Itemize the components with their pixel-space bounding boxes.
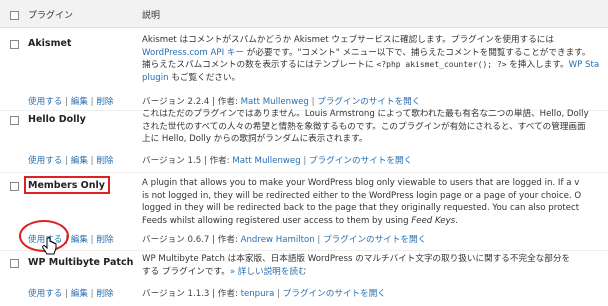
plugin-meta: バージョン 1.5 | 作者: Matt Mullenweg | プラグインのサ… [142, 154, 412, 166]
description-line: A plugin that allows you to make your Wo… [142, 177, 608, 190]
plugin-actions: 使用する | 編集 | 削除 [28, 287, 114, 299]
plugin-description: A plugin that allows you to make your Wo… [142, 177, 608, 227]
description-line: WP Multibyte Patch は本家版、日本語版 WordPress の… [142, 253, 608, 266]
description-text: これはただのプラグインではありません。Louis Armstrong によって歌… [142, 109, 589, 119]
description-text: Feeds whilst allowing registered user ac… [142, 215, 412, 226]
separator: | [300, 156, 310, 166]
delete-link[interactable]: 削除 [96, 289, 113, 299]
description-link[interactable]: WordPress.com API キー [142, 48, 244, 58]
plugin-site-link[interactable]: プラグインのサイトを開く [323, 235, 426, 245]
row-divider [0, 172, 608, 173]
author-link[interactable]: tenpura [241, 289, 275, 299]
description-text: する プラグインです。 [142, 266, 230, 277]
separator: | [308, 97, 318, 107]
plugin-meta: バージョン 0.6.7 | 作者: Andrew Hamilton | プラグイ… [142, 233, 426, 245]
separator: | [62, 156, 71, 166]
description-text: を挿入します。 [506, 60, 569, 70]
description-text: 捕らえたスパムコメントの数を表示するにはテンプレートに [142, 60, 377, 70]
description-line: is not logged in, they will be redirecte… [142, 190, 608, 203]
version-label: バージョン 1.1.3 | 作者: [142, 289, 241, 299]
description-line: Akismet はコメントがスパムかどうか Akismet ウェブサービスに確認… [142, 34, 608, 47]
plugin-actions: 使用する | 編集 | 削除 [28, 154, 114, 166]
version-label: バージョン 2.2.4 | 作者: [142, 97, 241, 107]
description-text: もご覧ください。 [168, 72, 241, 83]
plugin-name: Akismet [28, 38, 72, 49]
description-text: された世代のすべての人々の希望と情熱を象徴するものです。このプラグインが有効にさ… [142, 121, 586, 132]
table-header: プラグイン 説明 [0, 0, 608, 28]
highlight-box [24, 176, 110, 194]
separator: | [62, 289, 71, 299]
separator: | [62, 97, 71, 107]
description-link[interactable]: WP Sta [569, 60, 600, 70]
plugin-checkbox[interactable] [10, 182, 19, 191]
plugin-description: これはただのプラグインではありません。Louis Armstrong によって歌… [142, 108, 608, 146]
plugin-checkbox[interactable] [10, 116, 19, 125]
description-text: Feed Keys [411, 215, 456, 226]
author-link[interactable]: Matt Mullenweg [241, 97, 309, 107]
description-line: plugin もご覧ください。 [142, 72, 608, 85]
description-line: された世代のすべての人々の希望と情熱を象徴するものです。このプラグインが有効にさ… [142, 121, 608, 134]
plugin-description: WP Multibyte Patch は本家版、日本語版 WordPress の… [142, 253, 608, 278]
edit-link[interactable]: 編集 [71, 235, 88, 245]
activate-link[interactable]: 使用する [28, 97, 62, 107]
delete-link[interactable]: 削除 [96, 97, 113, 107]
description-line: 捕らえたスパムコメントの数を表示するにはテンプレートに <?php akisme… [142, 59, 608, 72]
description-line: Feeds whilst allowing registered user ac… [142, 215, 608, 228]
description-text: 上に Hello, Dolly からの歌詞がランダムに表示されます。 [142, 134, 368, 144]
description-link[interactable]: plugin [142, 73, 169, 83]
plugin-description: Akismet はコメントがスパムかどうか Akismet ウェブサービスに確認… [142, 34, 608, 84]
select-all-checkbox[interactable] [10, 11, 19, 20]
edit-link[interactable]: 編集 [71, 289, 88, 299]
description-text: . [455, 215, 458, 226]
edit-link[interactable]: 編集 [71, 156, 88, 166]
plugin-checkbox[interactable] [10, 259, 19, 268]
description-text: Akismet はコメントがスパムかどうか Akismet ウェブサービスに確認… [142, 35, 554, 45]
version-label: バージョン 1.5 | 作者: [142, 156, 233, 166]
description-text: logged in they will be redirected back t… [142, 203, 580, 213]
description-line: WordPress.com API キー が必要です。"コメント" メニュー以下… [142, 47, 608, 60]
description-text: <?php akismet_counter(); ?> [376, 60, 507, 69]
plugin-actions: 使用する | 編集 | 削除 [28, 95, 114, 107]
hand-cursor-icon [42, 237, 57, 255]
description-line: する プラグインです。» 詳しい説明を読む [142, 266, 608, 279]
plugin-site-link[interactable]: プラグインのサイトを開く [317, 97, 420, 107]
description-text: is not logged in, they will be redirecte… [142, 190, 582, 201]
delete-link[interactable]: 削除 [96, 235, 113, 245]
plugin-column-header: プラグイン [28, 11, 74, 21]
edit-link[interactable]: 編集 [71, 97, 88, 107]
plugin-site-link[interactable]: プラグインのサイトを開く [283, 289, 386, 299]
description-column-header: 説明 [142, 11, 161, 21]
description-text: WP Multibyte Patch は本家版、日本語版 WordPress の… [142, 254, 571, 264]
plugin-site-link[interactable]: プラグインのサイトを開く [309, 156, 412, 166]
description-line: 上に Hello, Dolly からの歌詞がランダムに表示されます。 [142, 133, 608, 146]
activate-link[interactable]: 使用する [28, 156, 62, 166]
plugin-checkbox[interactable] [10, 40, 19, 49]
description-link[interactable]: » 詳しい説明を読む [230, 267, 307, 277]
separator: | [314, 235, 324, 245]
row-divider [0, 250, 608, 251]
description-line: これはただのプラグインではありません。Louis Armstrong によって歌… [142, 108, 608, 121]
plugin-meta: バージョン 2.2.4 | 作者: Matt Mullenweg | プラグイン… [142, 95, 420, 107]
version-label: バージョン 0.6.7 | 作者: [142, 235, 241, 245]
separator: | [274, 289, 283, 299]
description-text: が必要です。"コメント" メニュー以下で、捕らえたコメントを閲覧することができま… [244, 47, 591, 58]
delete-link[interactable]: 削除 [96, 156, 113, 166]
plugin-name: Hello Dolly [28, 114, 86, 125]
description-text: A plugin that allows you to make your Wo… [142, 178, 580, 188]
plugin-name: WP Multibyte Patch [28, 257, 134, 268]
plugin-meta: バージョン 1.1.3 | 作者: tenpura | プラグインのサイトを開く [142, 287, 386, 299]
activate-link[interactable]: 使用する [28, 289, 62, 299]
author-link[interactable]: Matt Mullenweg [232, 156, 300, 166]
author-link[interactable]: Andrew Hamilton [241, 235, 315, 245]
description-line: logged in they will be redirected back t… [142, 202, 608, 215]
